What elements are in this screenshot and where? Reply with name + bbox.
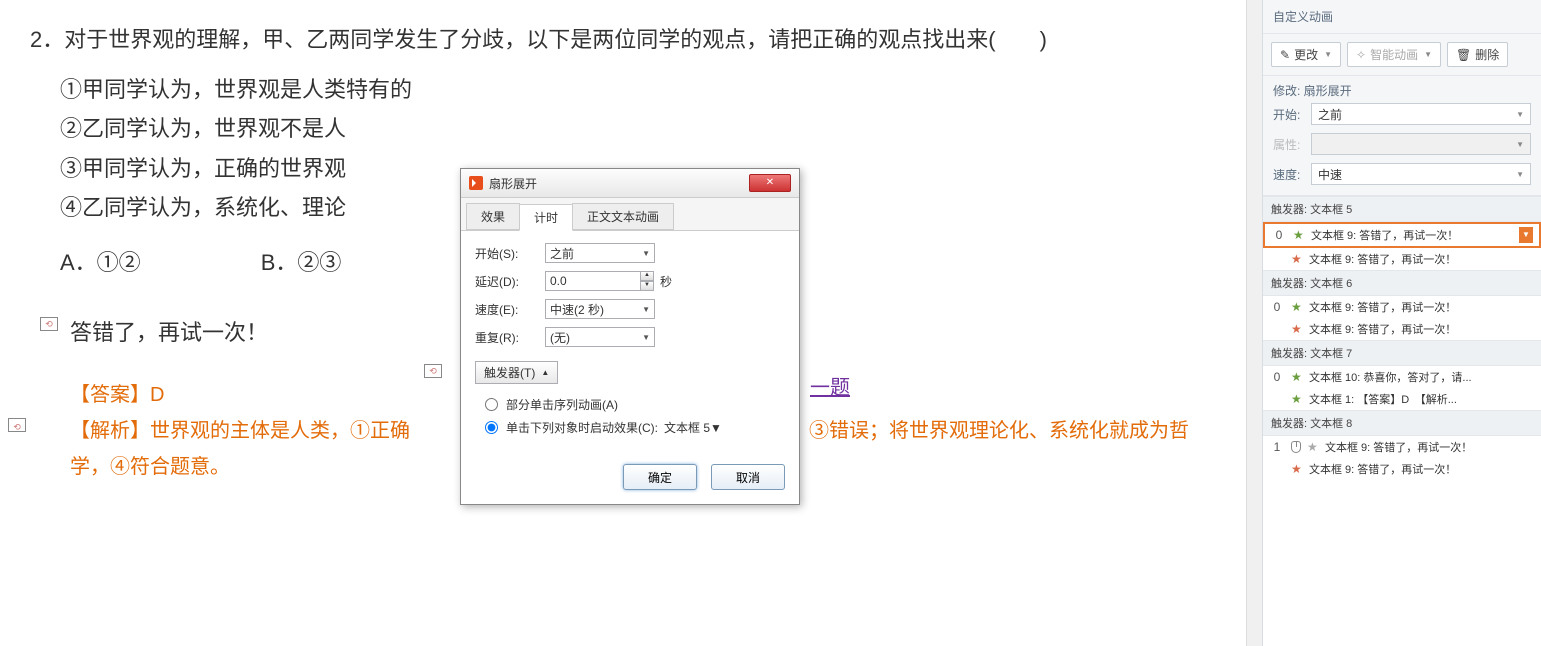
trash-icon: 🗑: [1456, 48, 1471, 62]
slide-canvas: 2．对于世界观的理解，甲、乙两同学发生了分歧，以下是两位同学的观点，请把正确的观…: [0, 0, 1246, 646]
sec-label: 秒: [660, 273, 672, 290]
choice-a: A．①②: [60, 243, 141, 283]
item-order: 1: [1269, 440, 1285, 454]
feedback-text: 答错了，再试一次！: [70, 320, 268, 345]
radio-object[interactable]: 单击下列对象时启动效果(C): 文本框 5▼: [485, 419, 785, 436]
delete-button[interactable]: 🗑 删除: [1447, 42, 1508, 67]
trigger-header: 触发器: 文本框 6: [1263, 270, 1541, 296]
trigger-header: 触发器: 文本框 7: [1263, 340, 1541, 366]
vertical-scrollbar[interactable]: [1246, 0, 1262, 646]
answer-label: 【答案】: [70, 384, 150, 406]
smart-anim-button: ✧ 智能动画▼: [1347, 42, 1441, 67]
item-text: 文本框 9: 答错了，再试一次！: [1309, 321, 1535, 337]
radio-sequence-input[interactable]: [485, 398, 498, 411]
delay-spinner[interactable]: ▲▼: [640, 271, 654, 291]
trigger-target-select[interactable]: 文本框 5▼: [664, 419, 774, 436]
delay-label: 延迟(D):: [475, 273, 545, 290]
mouse-icon: [1291, 441, 1301, 453]
animation-dialog: 扇形展开 ✕ 效果 计时 正文文本动画 开始(S): 之前▼ 延迟(D): 0.…: [460, 168, 800, 505]
star-icon: [1291, 371, 1303, 383]
radio-sequence[interactable]: 部分单击序列动画(A): [485, 396, 785, 413]
dialog-body: 开始(S): 之前▼ 延迟(D): 0.0 ▲▼ 秒 速度(E): 中速(2 秒…: [461, 231, 799, 454]
star-icon: [1291, 253, 1303, 265]
item-text: 文本框 9: 答错了，再试一次！: [1309, 461, 1535, 477]
trigger-header: 触发器: 文本框 8: [1263, 410, 1541, 436]
delay-input[interactable]: 0.0: [545, 271, 641, 291]
star-icon: [1307, 441, 1319, 453]
item-text: 文本框 10: 恭喜你，答对了，请...: [1309, 369, 1535, 385]
change-button[interactable]: ✎ 更改▼: [1271, 42, 1341, 67]
tab-textanim[interactable]: 正文文本动画: [572, 203, 674, 230]
placeholder-icon: ⟲: [424, 364, 442, 378]
star-icon: [1291, 323, 1303, 335]
speed-prop-label: 速度:: [1273, 166, 1305, 183]
animation-item[interactable]: 0 文本框 10: 恭喜你，答对了，请...: [1263, 366, 1541, 388]
star-icon: [1291, 463, 1303, 475]
animation-list[interactable]: 触发器: 文本框 5 0 文本框 9: 答错了，再试一次！ ▼ 文本框 9: 答错了，再…: [1263, 195, 1541, 646]
speed-select[interactable]: 中速(2 秒)▼: [545, 299, 655, 319]
explain-1: 世界观的主体是人类，①正确: [150, 420, 410, 442]
trigger-button[interactable]: 触发器(T)▲: [475, 361, 558, 384]
item-text: 文本框 9: 答错了，再试一次！: [1309, 251, 1535, 267]
start-select[interactable]: 之前▼: [545, 243, 655, 263]
dialog-titlebar[interactable]: 扇形展开 ✕: [461, 169, 799, 198]
item-order: 0: [1271, 228, 1287, 242]
ok-button[interactable]: 确定: [623, 464, 697, 490]
option-1: ①甲同学认为，世界观是人类特有的: [30, 70, 1216, 110]
panel-title: 自定义动画: [1263, 0, 1541, 34]
animation-item[interactable]: 1 文本框 9: 答错了，再试一次！: [1263, 436, 1541, 458]
animation-item[interactable]: 文本框 1: 【答案】D 【解析...: [1263, 388, 1541, 410]
answer-value: D: [150, 384, 164, 406]
trigger-header: 触发器: 文本框 5: [1263, 196, 1541, 222]
dialog-title: 扇形展开: [489, 175, 749, 192]
app-icon: [469, 176, 483, 190]
wand-icon: ✧: [1356, 48, 1366, 62]
animation-pane: 自定义动画 ✎ 更改▼ ✧ 智能动画▼ 🗑 删除 修改: 扇形展开 开始: 之前…: [1262, 0, 1541, 646]
item-order: 0: [1269, 370, 1285, 384]
animation-item[interactable]: 文本框 9: 答错了，再试一次！: [1263, 318, 1541, 340]
tab-timing[interactable]: 计时: [519, 204, 573, 231]
item-dropdown[interactable]: ▼: [1519, 227, 1533, 243]
tab-effect[interactable]: 效果: [466, 203, 520, 230]
animation-item[interactable]: 0 文本框 9: 答错了，再试一次！: [1263, 296, 1541, 318]
speed-label: 速度(E):: [475, 301, 545, 318]
modify-label: 修改: 扇形展开: [1263, 76, 1541, 99]
animation-item[interactable]: 文本框 9: 答错了，再试一次！: [1263, 458, 1541, 480]
explain-label: 【解析】: [70, 420, 150, 442]
choice-b: B．②③: [261, 243, 342, 283]
placeholder-icon: ⟲: [40, 317, 58, 331]
animation-item[interactable]: 0 文本框 9: 答错了，再试一次！ ▼: [1263, 222, 1541, 248]
question-text: 2．对于世界观的理解，甲、乙两同学发生了分歧，以下是两位同学的观点，请把正确的观…: [30, 20, 1216, 60]
start-prop-select[interactable]: 之前▼: [1311, 103, 1531, 125]
dialog-tabs: 效果 计时 正文文本动画: [461, 198, 799, 231]
attr-prop-label: 属性:: [1273, 136, 1305, 153]
item-text: 文本框 1: 【答案】D 【解析...: [1309, 391, 1535, 407]
star-icon: [1291, 393, 1303, 405]
speed-prop-select[interactable]: 中速▼: [1311, 163, 1531, 185]
placeholder-icon: ⟲: [8, 418, 26, 432]
repeat-select[interactable]: (无)▼: [545, 327, 655, 347]
pencil-icon: ✎: [1280, 48, 1290, 62]
start-prop-label: 开始:: [1273, 106, 1305, 123]
item-text: 文本框 9: 答错了，再试一次！: [1309, 299, 1535, 315]
item-text: 文本框 9: 答错了，再试一次！: [1311, 227, 1513, 243]
radio-object-input[interactable]: [485, 421, 498, 434]
start-label: 开始(S):: [475, 245, 545, 262]
star-icon: [1291, 301, 1303, 313]
close-button[interactable]: ✕: [749, 174, 791, 192]
animation-item[interactable]: 文本框 9: 答错了，再试一次！: [1263, 248, 1541, 270]
item-text: 文本框 9: 答错了，再试一次！: [1325, 439, 1535, 455]
cancel-button[interactable]: 取消: [711, 464, 785, 490]
attr-prop-select: ▼: [1311, 133, 1531, 155]
star-icon: [1293, 229, 1305, 241]
option-2: ②乙同学认为，世界观不是人: [30, 109, 1216, 149]
repeat-label: 重复(R):: [475, 329, 545, 346]
item-order: 0: [1269, 300, 1285, 314]
